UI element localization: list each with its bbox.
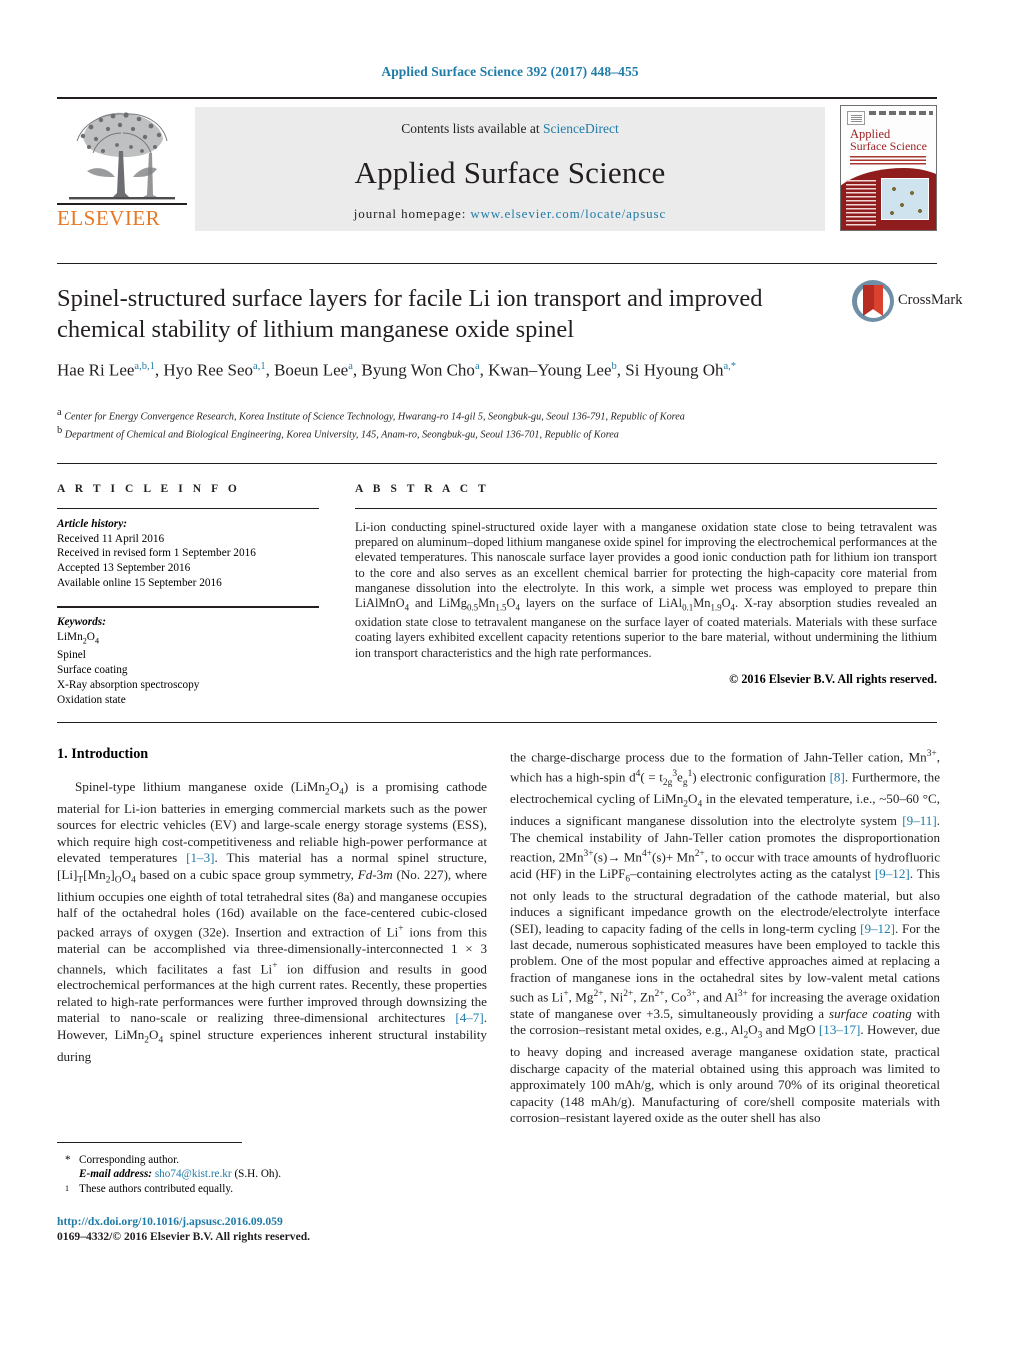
email-label: E-mail address:	[79, 1168, 153, 1181]
crossmark-label: CrossMark	[898, 292, 963, 308]
footnote-rule	[57, 1142, 242, 1143]
keyword-item: Spinel	[57, 648, 86, 661]
journal-homepage-line: journal homepage: www.elsevier.com/locat…	[195, 206, 825, 222]
footnote-block: * Corresponding author. E-mail address: …	[57, 1153, 487, 1196]
abstract-copyright: © 2016 Elsevier B.V. All rights reserved…	[729, 671, 937, 686]
contents-list-line: Contents lists available at ScienceDirec…	[195, 121, 825, 137]
cover-title-line-2: Surface Science	[850, 139, 927, 153]
elsevier-logo: ELSEVIER	[57, 107, 189, 231]
page-title: Spinel-structured surface layers for fac…	[57, 285, 763, 343]
footnote-marker-asterisk: *	[65, 1154, 71, 1166]
body-column-left: 1. Introduction Spinel-type lithium mang…	[57, 746, 487, 1065]
footer-identifiers: http://dx.doi.org/10.1016/j.apsusc.2016.…	[57, 1214, 487, 1244]
body-column-right: the charge-discharge process due to the …	[510, 746, 940, 1126]
affiliations: a Center for Energy Convergence Research…	[57, 406, 937, 442]
issn-copyright: 0169–4332/© 2016 Elsevier B.V. All right…	[57, 1230, 311, 1243]
cover-publisher-logo-icon	[847, 111, 865, 125]
keywords-label: Keywords:	[57, 615, 106, 628]
keyword-item: Oxidation state	[57, 693, 126, 706]
abstract-column: A B S T R A C T Li-ion conducting spinel…	[355, 483, 937, 687]
keywords-block: Keywords: LiMn2O4 Spinel Surface coating…	[57, 615, 319, 708]
email-suffix: (S.H. Oh).	[234, 1168, 282, 1181]
banner-center-panel: Contents lists available at ScienceDirec…	[195, 107, 825, 231]
article-info-rule	[57, 508, 319, 510]
paragraph: Spinel-type lithium manganese oxide (LiM…	[57, 779, 488, 1064]
email-link[interactable]: sho74@kist.re.kr	[155, 1168, 232, 1180]
running-head: Applied Surface Science 392 (2017) 448–4…	[381, 64, 639, 79]
article-info-heading: A R T I C L E I N F O	[57, 483, 241, 495]
title-top-rule	[57, 263, 937, 265]
footnote-corresponding-author: * Corresponding author. E-mail address: …	[57, 1153, 487, 1182]
journal-title: Applied Surface Science	[354, 155, 666, 190]
footnote-equal-contribution: 1 These authors contributed equally.	[57, 1182, 487, 1196]
journal-banner: ELSEVIER Contents lists available at Sci…	[57, 97, 937, 233]
homepage-prefix: journal homepage:	[353, 206, 471, 221]
cover-contents-list	[846, 180, 876, 226]
footnote-email-line: E-mail address: sho74@kist.re.kr (S.H. O…	[79, 1167, 487, 1181]
affiliation-b: b Department of Chemical and Biological …	[57, 424, 619, 441]
journal-homepage-link[interactable]: www.elsevier.com/locate/apsusc	[470, 206, 666, 221]
abstract-text: Li-ion conducting spinel-structured oxid…	[355, 520, 937, 660]
cover-inset-image	[881, 178, 929, 220]
crossmark-icon	[852, 280, 894, 322]
cover-subtitle-lines	[850, 156, 926, 166]
keywords-rule	[57, 606, 319, 608]
abstract-top-rule	[57, 463, 937, 465]
footnote-equal-text: These authors contributed equally.	[79, 1182, 233, 1195]
history-item: Received 11 April 2016	[57, 532, 165, 545]
abstract-rule	[355, 508, 937, 510]
banner-top-rule	[57, 97, 937, 99]
keyword-item: X-Ray absorption spectroscopy	[57, 678, 200, 691]
affiliation-a: a Center for Energy Convergence Research…	[57, 407, 685, 423]
elsevier-tree-icon	[69, 112, 175, 200]
crossmark-badge[interactable]: CrossMark	[852, 280, 962, 324]
journal-cover-thumbnail: Applied Surface Science	[840, 105, 937, 231]
keyword-item: Surface coating	[57, 663, 128, 676]
abstract-heading: A B S T R A C T	[355, 483, 490, 495]
section-heading-introduction: 1. Introduction	[57, 746, 149, 762]
history-item: Accepted 13 September 2016	[57, 562, 191, 575]
paragraph: the charge-discharge process due to the …	[510, 749, 941, 1125]
history-item: Available online 15 September 2016	[57, 576, 222, 589]
sciencedirect-link[interactable]: ScienceDirect	[543, 121, 619, 136]
cover-masthead-text	[869, 111, 933, 115]
body-top-rule	[57, 722, 937, 724]
keyword-item: LiMn2O4	[57, 630, 100, 645]
footnote-corresponding-text: Corresponding author.	[79, 1154, 180, 1166]
elsevier-divider	[57, 203, 187, 205]
article-info-column: A R T I C L E I N F O Article history: R…	[57, 483, 319, 708]
elsevier-wordmark: ELSEVIER	[57, 206, 161, 230]
article-history: Article history: Received 11 April 2016 …	[57, 517, 319, 590]
doi-link[interactable]: http://dx.doi.org/10.1016/j.apsusc.2016.…	[57, 1214, 487, 1229]
footnote-marker-one: 1	[65, 1183, 70, 1193]
contents-prefix: Contents lists available at	[401, 121, 543, 136]
article-history-label: Article history:	[57, 518, 127, 531]
author-list: Hae Ri Leea,b,1, Hyo Ree Seoa,1, Boeun L…	[57, 360, 737, 380]
journal-article-page: Applied Surface Science 392 (2017) 448–4…	[0, 0, 1020, 1351]
history-item: Received in revised form 1 September 201…	[57, 547, 256, 560]
